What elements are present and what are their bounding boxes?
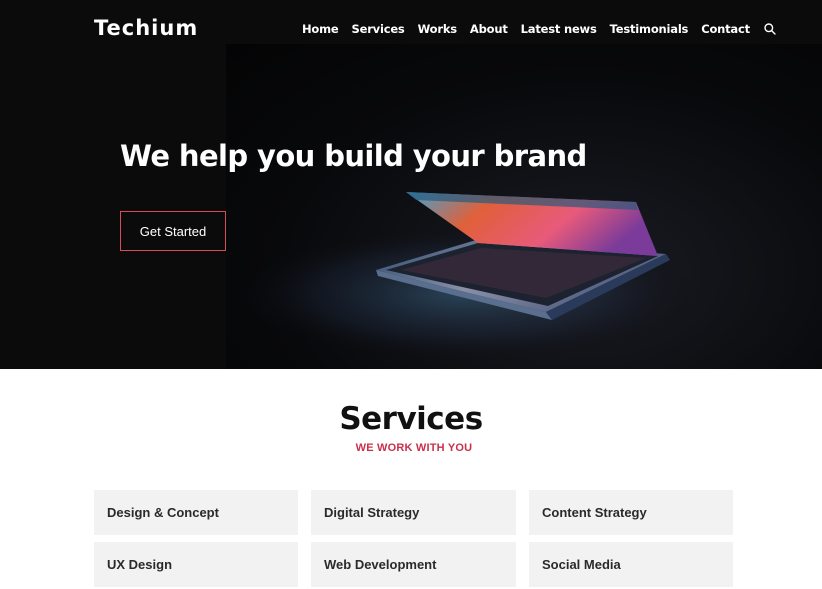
service-card-design-concept[interactable]: Design & Concept: [94, 490, 298, 535]
main-nav: Home Services Works About Latest news Te…: [302, 22, 777, 36]
nav-item-contact[interactable]: Contact: [701, 22, 750, 36]
service-card-social-media[interactable]: Social Media: [529, 542, 733, 587]
service-label: UX Design: [107, 557, 173, 572]
get-started-button[interactable]: Get Started: [120, 211, 226, 251]
laptop-in-dark-photo: [226, 44, 822, 369]
navbar: Techium Home Services Works About Latest…: [0, 0, 822, 60]
service-label: Web Development: [324, 557, 437, 572]
nav-item-home[interactable]: Home: [302, 22, 339, 36]
services-title: Services: [339, 401, 483, 437]
services-subtitle: WE WORK WITH YOU: [355, 442, 473, 454]
hero-section: Techium Home Services Works About Latest…: [0, 0, 822, 369]
services-grid: Design & Concept Digital Strategy Conten…: [94, 490, 733, 587]
site-logo[interactable]: Techium: [94, 16, 198, 40]
service-card-content-strategy[interactable]: Content Strategy: [529, 490, 733, 535]
nav-item-services[interactable]: Services: [352, 22, 405, 36]
search-icon[interactable]: [763, 22, 777, 36]
hero-headline: We help you build your brand: [120, 139, 587, 173]
service-label: Content Strategy: [542, 505, 647, 520]
service-label: Digital Strategy: [324, 505, 420, 520]
service-label: Design & Concept: [107, 505, 219, 520]
nav-item-testimonials[interactable]: Testimonials: [610, 22, 689, 36]
nav-item-latest-news[interactable]: Latest news: [521, 22, 597, 36]
service-label: Social Media: [542, 557, 621, 572]
laptop-illustration: [246, 192, 726, 364]
service-card-digital-strategy[interactable]: Digital Strategy: [311, 490, 516, 535]
nav-item-about[interactable]: About: [470, 22, 508, 36]
service-card-web-development[interactable]: Web Development: [311, 542, 516, 587]
service-card-ux-design[interactable]: UX Design: [94, 542, 298, 587]
nav-item-works[interactable]: Works: [418, 22, 458, 36]
